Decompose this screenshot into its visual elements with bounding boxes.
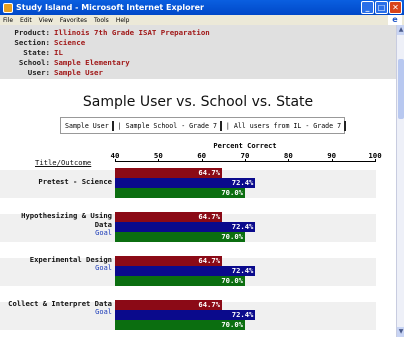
scroll-down-icon[interactable]: ▼ [397,327,404,337]
close-icon[interactable]: ✕ [389,1,402,14]
x-tick-mark [331,159,333,162]
bar-school: 72.4% [115,310,256,320]
bar-school: 72.4% [115,178,256,188]
bar-school: 72.4% [115,266,256,276]
state-value: IL [54,48,63,57]
user-value: Sample User [54,68,103,77]
school-label: School: [18,58,50,67]
category-label: Experimental Design Goal [0,255,112,273]
category-label: Pretest - Science [0,177,112,186]
scroll-up-icon[interactable]: ▲ [397,25,404,35]
x-tick-mark [375,159,376,162]
bar-user: 64.7% [115,300,223,310]
goal-link[interactable]: Goal [0,229,112,238]
bar-school: 72.4% [115,222,256,232]
category-label: Collect & Interpret Data Goal [0,299,112,317]
state-label: State: [23,48,50,57]
bar-user: 64.7% [115,168,223,178]
x-tick-mark [245,159,246,162]
section-label: Section: [14,38,50,47]
category-title: Pretest - Science [38,177,112,186]
report-title: Sample User vs. School vs. State [82,94,314,110]
scroll-thumb[interactable] [398,59,404,119]
bar-state: 70.0% [115,276,245,286]
vertical-scrollbar[interactable]: ▲ ▼ [396,25,404,337]
x-axis-title: Percent Correct [213,142,277,150]
window-controls: _ □ ✕ [361,1,402,14]
menu-edit[interactable]: Edit [20,17,32,24]
legend-user-swatch [111,120,114,131]
bar-state: 70.0% [115,320,245,330]
x-tick-mark [158,159,160,162]
report-info-panel: Product: Illinois 7th Grade ISAT Preparat… [0,25,396,79]
ie-page-icon [3,2,13,13]
x-tick-mark [201,159,203,162]
user-label: User: [27,68,50,77]
legend-school-swatch [219,120,222,131]
bar-state: 70.0% [115,232,245,242]
section-value: Science [54,38,86,47]
bar-user: 64.7% [115,212,223,222]
bar-user: 64.7% [115,256,223,266]
window-title: Study Island - Microsoft Internet Explor… [16,3,204,12]
menu-favorites[interactable]: Favorites [60,17,87,24]
page-content: Product: Illinois 7th Grade ISAT Preparat… [0,25,396,337]
legend-school-label: | Sample School - Grade 7 [117,121,217,130]
goal-link[interactable]: Goal [0,264,112,273]
product-label: Product: [14,28,50,37]
window-titlebar: Study Island - Microsoft Internet Explor… [0,0,404,15]
legend-state-label: | All users from IL - Grade 7 [225,121,342,130]
category-label: Hypothesizing & Using Data Goal [0,211,112,238]
bar-state: 70.0% [115,188,245,198]
product-value: Illinois 7th Grade ISAT Preparation [54,28,210,37]
maximize-icon[interactable]: □ [375,1,388,14]
x-tick-mark [115,159,116,162]
legend-state-swatch [344,120,347,131]
menu-help[interactable]: Help [116,17,130,24]
windows-logo-icon: e [388,15,402,25]
menu-file[interactable]: File [3,17,13,24]
x-tick-mark [288,159,290,162]
school-value: Sample Elementary [54,58,130,67]
category-title: Hypothesizing & Using Data [21,211,112,229]
chart-legend: Sample User | Sample School - Grade 7 | … [60,117,347,134]
goal-link[interactable]: Goal [0,308,112,317]
menu-tools[interactable]: Tools [94,17,109,24]
minimize-icon[interactable]: _ [361,1,374,14]
category-title: Experimental Design [29,255,112,264]
menu-view[interactable]: View [39,17,53,24]
category-title: Collect & Interpret Data [8,299,112,308]
legend-user-label: Sample User [65,121,109,130]
menu-bar: File Edit View Favorites Tools Help e [0,15,404,25]
title-outcome-header[interactable]: Title/Outcome [35,158,91,167]
